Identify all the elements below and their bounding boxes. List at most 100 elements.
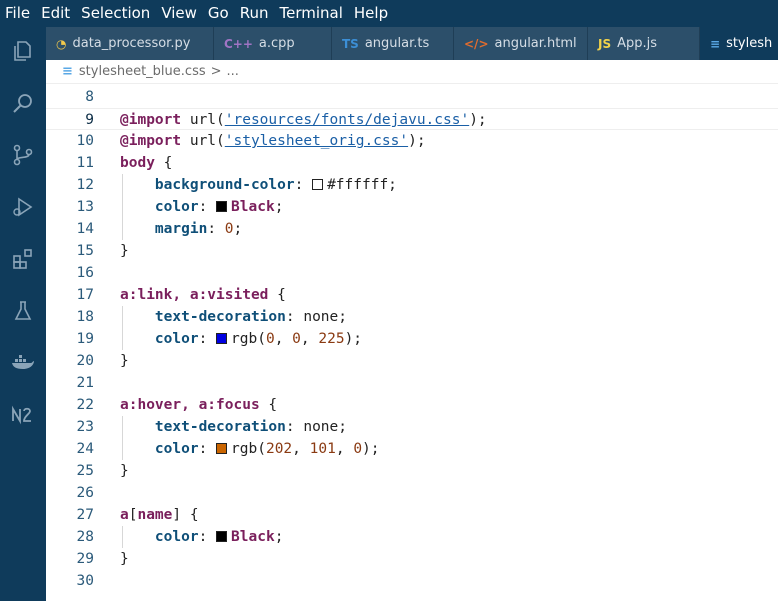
token-num: 225	[318, 331, 345, 347]
token-plain: {	[259, 397, 278, 413]
token-prop: text-decoration	[154, 419, 286, 435]
code-line[interactable]: 9 @import url('resources/fonts/dejavu.css…	[46, 108, 778, 130]
python-icon: ◔	[56, 36, 67, 51]
token-num: 0	[353, 441, 363, 457]
line-code: color: Black;	[120, 196, 284, 218]
token-kw: @import	[120, 112, 182, 128]
token-plain: );	[408, 133, 426, 149]
line-number: 10	[76, 133, 94, 149]
color-swatch[interactable]	[216, 333, 228, 344]
token-plain: ;	[274, 529, 284, 545]
breadcrumb-more[interactable]: ...	[227, 64, 239, 79]
menu-go[interactable]: Go	[203, 0, 235, 27]
breadcrumb-file[interactable]: stylesheet_blue.css	[79, 64, 206, 79]
tab-app-js[interactable]: JS App.js	[588, 27, 700, 60]
source-control-icon[interactable]	[9, 141, 37, 169]
token-num: 101	[309, 441, 336, 457]
menu-file[interactable]: File	[0, 0, 36, 27]
code-line[interactable]: 30	[46, 570, 778, 592]
breadcrumb: ≡ stylesheet_blue.css > ...	[46, 60, 778, 84]
code-line[interactable]: 22 a:hover, a:focus {	[46, 394, 778, 416]
code-line[interactable]: 20}	[46, 350, 778, 372]
code-line[interactable]: 29}	[46, 548, 778, 570]
tab-angular-html[interactable]: </> angular.html	[454, 27, 588, 60]
code-line[interactable]: 18 text-decoration: none;	[46, 306, 778, 328]
code-line[interactable]: 12 background-color: #ffffff;	[46, 174, 778, 196]
color-swatch[interactable]	[216, 201, 228, 212]
code-line[interactable]: 19 color: rgb(0, 0, 225);	[46, 328, 778, 350]
code-line[interactable]: 28 color: Black;	[46, 526, 778, 548]
code-editor[interactable]: 8 9 @import url('resources/fonts/dejavu.cs…	[46, 86, 778, 601]
line-code: margin: 0;	[120, 218, 242, 240]
code-line[interactable]: 21	[46, 372, 778, 394]
token-prop: text-decoration	[154, 309, 286, 325]
line-number: 19	[76, 331, 94, 347]
token-sel: a:hover, a:focus	[120, 397, 260, 413]
code-line[interactable]: 15}	[46, 240, 778, 262]
explorer-icon[interactable]	[9, 37, 37, 65]
token-val: Black	[231, 529, 275, 545]
token-num: 0	[292, 331, 301, 347]
color-swatch[interactable]	[312, 179, 324, 190]
line-number: 8	[85, 89, 94, 105]
code-line[interactable]: 10 @import url('stylesheet_orig.css');	[46, 130, 778, 152]
extensions-icon[interactable]	[9, 245, 37, 273]
menu-edit[interactable]: Edit	[36, 0, 76, 27]
color-swatch[interactable]	[216, 443, 228, 454]
code-line[interactable]: 24 color: rgb(202, 101, 0);	[46, 438, 778, 460]
code-line[interactable]: 26	[46, 482, 778, 504]
menu-run[interactable]: Run	[235, 0, 275, 27]
line-code: background-color: #ffffff;	[120, 174, 397, 196]
token-plain: ,	[300, 331, 319, 347]
tab-label: data_processor.py	[72, 36, 191, 51]
testing-icon[interactable]	[9, 297, 37, 325]
docker-icon[interactable]	[9, 349, 37, 377]
tab-stylesh[interactable]: ≡ stylesh	[700, 27, 778, 60]
line-code: color: Black;	[120, 526, 284, 548]
token-plain: rgb(	[231, 331, 266, 347]
notebook-icon[interactable]	[9, 401, 37, 429]
typescript-icon: TS	[342, 36, 359, 51]
code-line[interactable]: 27 a[name] {	[46, 504, 778, 526]
menu-help[interactable]: Help	[349, 0, 394, 27]
indent-guide	[122, 306, 123, 350]
code-line[interactable]: 8	[46, 86, 778, 108]
token-plain: :	[198, 199, 217, 215]
tab-a-cpp[interactable]: C++ a.cpp	[214, 27, 332, 60]
code-line[interactable]: 11 body {	[46, 152, 778, 174]
line-number: 14	[76, 221, 94, 237]
line-code: @import url('stylesheet_orig.css');	[120, 130, 426, 152]
run-debug-icon[interactable]	[9, 193, 37, 221]
menu-selection[interactable]: Selection	[76, 0, 156, 27]
tab-label: angular.html	[494, 36, 577, 51]
token-plain: rgb(	[231, 441, 266, 457]
tab-angular-ts[interactable]: TS angular.ts	[332, 27, 454, 60]
color-swatch[interactable]	[216, 531, 228, 542]
code-line[interactable]: 16	[46, 262, 778, 284]
code-line[interactable]: 14 margin: 0;	[46, 218, 778, 240]
indent-guide	[122, 416, 123, 460]
token-plain: );	[469, 112, 487, 128]
search-icon[interactable]	[9, 89, 37, 117]
menu-terminal[interactable]: Terminal	[275, 0, 349, 27]
code-line[interactable]: 23 text-decoration: none;	[46, 416, 778, 438]
code-line[interactable]: 17 a:link, a:visited {	[46, 284, 778, 306]
code-line[interactable]: 25}	[46, 460, 778, 482]
line-code: body {	[120, 152, 172, 174]
code-line[interactable]: 13 color: Black;	[46, 196, 778, 218]
token-plain: ,	[335, 441, 354, 457]
token-plain: }	[120, 353, 129, 369]
line-number: 30	[76, 573, 94, 589]
tab-data-processor-py[interactable]: ◔ data_processor.py	[46, 27, 214, 60]
menu-view[interactable]: View	[156, 0, 203, 27]
token-num: 0	[265, 331, 275, 347]
line-number: 16	[76, 265, 94, 281]
token-plain: : none;	[285, 309, 347, 325]
line-code: }	[120, 350, 129, 372]
token-plain: }	[120, 551, 129, 567]
